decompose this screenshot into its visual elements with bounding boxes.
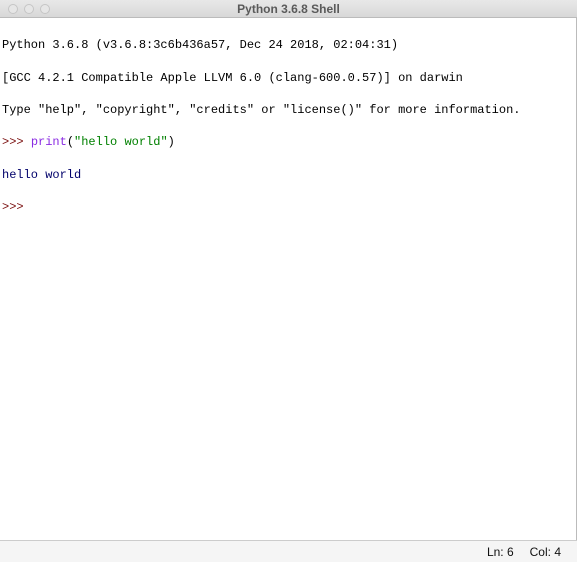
banner-line: [GCC 4.2.1 Compatible Apple LLVM 6.0 (cl…: [2, 70, 574, 86]
close-icon[interactable]: [8, 4, 18, 14]
paren-open: (: [67, 135, 74, 149]
paren-close: ): [168, 135, 175, 149]
status-bar: Ln: 6 Col: 4: [0, 540, 577, 562]
zoom-icon[interactable]: [40, 4, 50, 14]
input-line: >>>: [2, 199, 574, 215]
output-line: hello world: [2, 167, 574, 183]
builtin-func: print: [31, 135, 67, 149]
status-col: Col: 4: [530, 545, 561, 559]
input-line: >>> print("hello world"): [2, 134, 574, 150]
banner-line: Python 3.6.8 (v3.6.8:3c6b436a57, Dec 24 …: [2, 37, 574, 53]
banner-line: Type "help", "copyright", "credits" or "…: [2, 102, 574, 118]
prompt: >>>: [2, 135, 31, 149]
window-titlebar: Python 3.6.8 Shell: [0, 0, 577, 18]
traffic-lights: [8, 4, 50, 14]
minimize-icon[interactable]: [24, 4, 34, 14]
string-literal: "hello world": [74, 135, 168, 149]
shell-content[interactable]: Python 3.6.8 (v3.6.8:3c6b436a57, Dec 24 …: [0, 18, 577, 540]
window-title: Python 3.6.8 Shell: [0, 2, 577, 16]
status-line: Ln: 6: [487, 545, 514, 559]
prompt: >>>: [2, 200, 31, 214]
